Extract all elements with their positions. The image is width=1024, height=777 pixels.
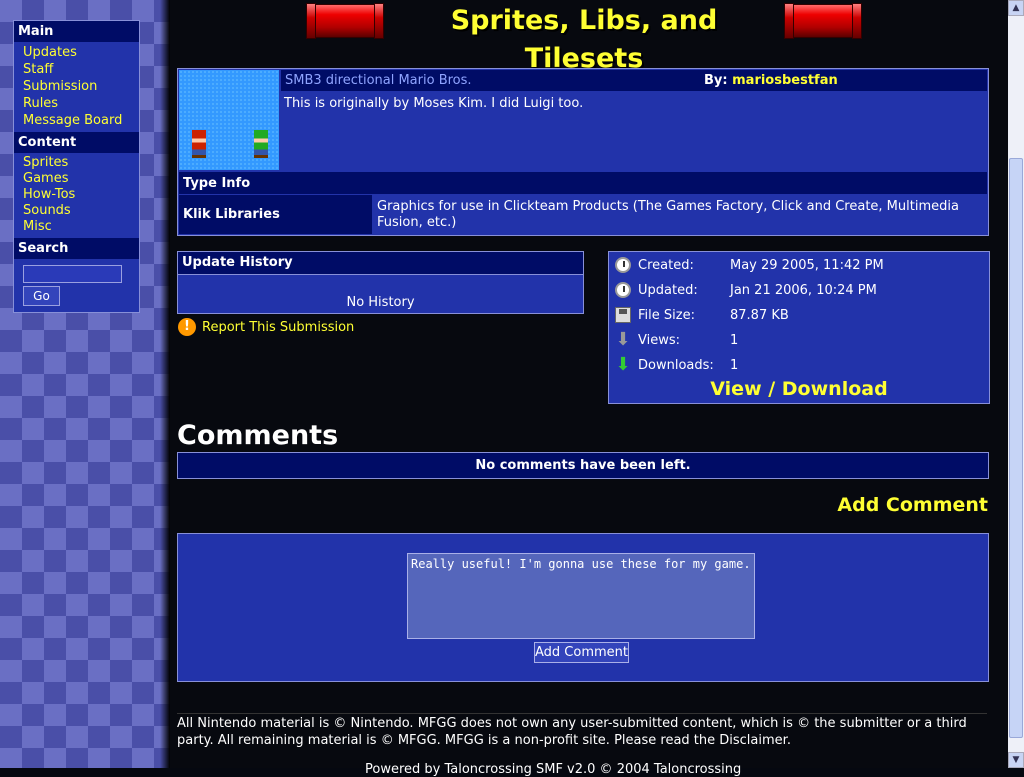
created-value: May 29 2005, 11:42 PM [730,257,884,273]
scroll-down-arrow-icon[interactable]: ▼ [1008,752,1024,768]
downloads-value: 1 [730,357,739,373]
update-history-empty: No History [346,295,415,310]
green-arrow-down-icon: ⬇ [615,354,631,375]
report-submission[interactable]: ! Report This Submission [178,318,354,336]
sidebar-main-links: Updates Staff Submission Rules Message B… [14,42,139,132]
clock-icon [613,255,633,275]
sidebar-content-heading: Content [14,132,139,153]
submission-header: SMB3 directional Mario Bros. By: mariosb… [281,70,987,91]
footer-divider [177,713,987,714]
page-title: Sprites, Libs, and Tilesets [450,5,718,74]
author-link[interactable]: mariosbestfan [732,73,838,88]
vertical-scrollbar[interactable]: ▲ ▼ [1008,0,1024,768]
footer-text: All Nintendo material is © Nintendo. MFG… [177,716,967,748]
sidebar-search-heading: Search [14,238,139,259]
submission-thumbnail[interactable] [179,70,279,170]
views-label: Views: [638,332,681,348]
comment-textarea[interactable]: Really useful! I'm gonna use these for m… [407,553,755,639]
add-comment-button[interactable]: Add Comment [534,642,629,663]
clock-icon [613,280,633,300]
filesize-row: File Size: 87.87 KB [613,303,789,327]
sidebar-item-misc[interactable]: Misc [23,219,139,235]
right-pipe-decoration [784,3,862,39]
views-value: 1 [730,332,739,348]
downloads-row: ⬇ Downloads: 1 [613,353,738,377]
updated-label: Updated: [638,282,698,298]
footer-powered-by: Powered by Taloncrossing SMF v2.0 © 2004… [365,762,742,777]
views-row: ⬇ Views: 1 [613,328,738,352]
type-info-heading: Type Info [183,176,251,191]
view-download-link[interactable]: View / Download [609,378,989,400]
type-description: Graphics for use in Clickteam Products (… [377,199,959,230]
floppy-disk-icon [613,305,633,325]
submission-panel: SMB3 directional Mario Bros. By: mariosb… [177,68,989,236]
sidebar-item-updates[interactable]: Updates [23,44,139,61]
comment-form: Really useful! I'm gonna use these for m… [177,533,989,682]
mario-sprite-image [192,130,206,158]
file-info-panel: Created: May 29 2005, 11:42 PM Updated: … [608,251,990,404]
sidebar-item-sounds[interactable]: Sounds [23,203,139,219]
sidebar-item-staff[interactable]: Staff [23,61,139,78]
sidebar-item-how-tos[interactable]: How-Tos [23,187,139,203]
gray-arrow-down-icon: ⬇ [615,329,631,350]
search-box: Go [14,259,139,312]
search-go-button[interactable]: Go [23,286,60,306]
type-label: Klik Libraries [183,207,280,222]
add-comment-heading: Add Comment [837,494,988,516]
sidebar-item-sprites[interactable]: Sprites [23,155,139,171]
sidebar-main-heading: Main [14,21,139,42]
report-submission-link[interactable]: Report This Submission [202,320,354,335]
scrollbar-thumb[interactable] [1009,158,1023,738]
sidebar: Main Updates Staff Submission Rules Mess… [13,20,140,313]
sidebar-content-links: Sprites Games How-Tos Sounds Misc [14,153,139,238]
sidebar-item-games[interactable]: Games [23,171,139,187]
sidebar-item-submission[interactable]: Submission [23,78,139,95]
filesize-value: 87.87 KB [730,307,789,323]
update-history-heading: Update History [178,252,583,275]
luigi-sprite-image [254,130,268,158]
created-label: Created: [638,257,694,273]
warning-icon: ! [178,318,196,336]
filesize-label: File Size: [638,307,695,323]
type-label-cell: Klik Libraries [179,195,372,234]
page-title-row: Sprites, Libs, and Tilesets [305,2,862,74]
comments-heading: Comments [177,420,339,451]
submission-by: By: mariosbestfan [704,73,838,88]
no-comments-message: No comments have been left. [177,452,989,479]
by-label: By: [704,73,728,88]
scroll-up-arrow-icon[interactable]: ▲ [1008,0,1024,16]
update-history-panel: Update History No History [177,251,584,314]
search-input[interactable] [23,265,122,283]
type-info-header: Type Info [179,172,987,194]
updated-value: Jan 21 2006, 10:24 PM [730,282,877,298]
created-row: Created: May 29 2005, 11:42 PM [613,253,884,277]
left-pipe-decoration [306,3,384,39]
sidebar-item-message-board[interactable]: Message Board [23,112,139,129]
downloads-label: Downloads: [638,357,714,373]
sidebar-item-rules[interactable]: Rules [23,95,139,112]
submission-description: This is originally by Moses Kim. I did L… [284,96,584,111]
updated-row: Updated: Jan 21 2006, 10:24 PM [613,278,877,302]
submission-name: SMB3 directional Mario Bros. [285,73,472,88]
